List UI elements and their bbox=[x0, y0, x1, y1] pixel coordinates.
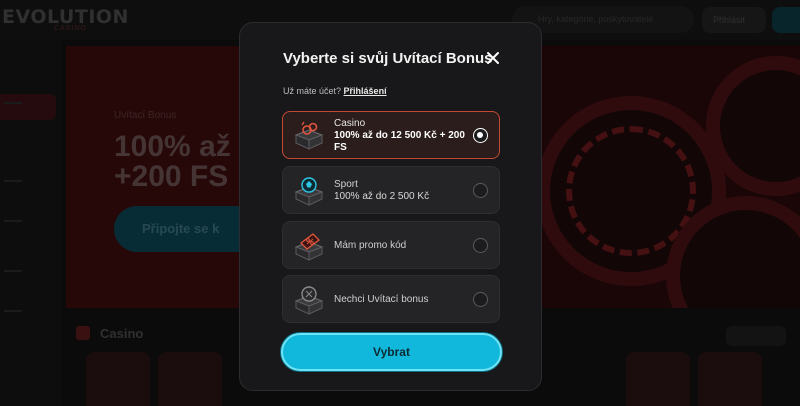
option-text: Mám promo kód bbox=[334, 222, 474, 268]
option-promo-code[interactable]: Mám promo kód bbox=[282, 221, 500, 269]
account-question: Už máte účet? bbox=[283, 86, 342, 96]
promo-percent-icon bbox=[293, 231, 325, 261]
option-sport[interactable]: Sport 100% až do 2 500 Kč bbox=[282, 166, 500, 214]
casino-chips-icon bbox=[293, 121, 325, 151]
modal-title: Vyberte si svůj Uvítací Bonus bbox=[283, 50, 493, 67]
option-name: Sport bbox=[334, 178, 358, 190]
option-text: Nechci Uvítací bonus bbox=[334, 276, 474, 322]
option-name: Nechci Uvítací bonus bbox=[334, 293, 429, 305]
option-description: 100% až do 2 500 Kč bbox=[334, 190, 430, 202]
close-button[interactable] bbox=[484, 49, 502, 67]
radio-unselected[interactable] bbox=[473, 183, 488, 198]
close-icon bbox=[487, 52, 499, 64]
no-bonus-coin-icon bbox=[293, 285, 325, 315]
account-row: Už máte účet? Přihlášení bbox=[283, 86, 387, 96]
select-button[interactable]: Vybrat bbox=[281, 333, 502, 371]
option-no-bonus[interactable]: Nechci Uvítací bonus bbox=[282, 275, 500, 323]
page: EVOLUTION CASINO Hry, kategorie, poskyto… bbox=[0, 0, 800, 406]
sport-ball-icon bbox=[293, 176, 325, 206]
welcome-bonus-modal: Vyberte si svůj Uvítací Bonus Už máte úč… bbox=[239, 22, 542, 391]
radio-unselected[interactable] bbox=[473, 238, 488, 253]
login-link[interactable]: Přihlášení bbox=[344, 86, 387, 96]
radio-selected[interactable] bbox=[473, 128, 488, 143]
option-casino[interactable]: Casino 100% až do 12 500 Kč + 200 FS bbox=[282, 111, 500, 159]
option-name: Casino bbox=[334, 117, 366, 129]
radio-unselected[interactable] bbox=[473, 292, 488, 307]
option-name: Mám promo kód bbox=[334, 239, 407, 251]
select-button-label: Vybrat bbox=[373, 345, 410, 359]
option-text: Casino 100% až do 12 500 Kč + 200 FS bbox=[334, 112, 474, 158]
option-text: Sport 100% až do 2 500 Kč bbox=[334, 167, 474, 213]
option-description: 100% až do 12 500 Kč + 200 FS bbox=[334, 129, 465, 153]
